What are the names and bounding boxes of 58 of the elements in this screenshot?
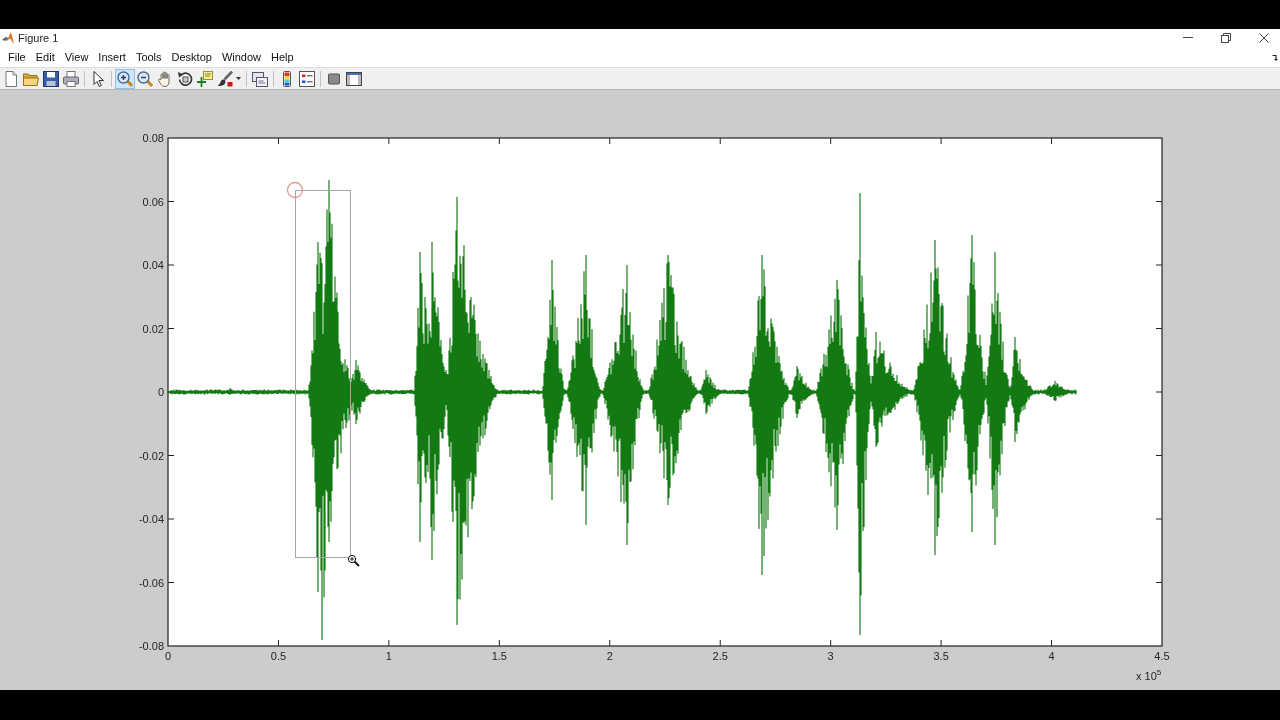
app-logo-icon: [2, 31, 14, 44]
y-tick-label: -0.04: [138, 513, 164, 525]
menu-item[interactable]: File: [3, 48, 31, 65]
y-tick-label: -0.08: [138, 640, 164, 652]
x-tick-label: 0: [164, 650, 172, 662]
pointer-arrow-icon: [90, 70, 106, 87]
dock-arrow-icon[interactable]: [1272, 54, 1278, 61]
x-tick-label: 1: [385, 650, 392, 662]
window-title: Figure 1: [18, 31, 59, 44]
minimize-icon: [1183, 37, 1193, 38]
zoom-cursor-icon: [347, 554, 360, 567]
insert-legend-button[interactable]: [297, 68, 317, 89]
data-cursor-button[interactable]: [195, 68, 215, 89]
x-tick-label: 4.5: [1154, 650, 1170, 662]
y-tick-label: 0.04: [142, 259, 164, 271]
folder-icon: [23, 70, 39, 87]
y-tick-label: 0.06: [142, 195, 164, 208]
save-button[interactable]: [41, 68, 61, 89]
x-tick-label: 2: [606, 650, 613, 662]
x-tick-label: 0.5: [270, 650, 287, 662]
rotate-icon: [177, 70, 193, 87]
zoom-out-button[interactable]: [135, 68, 155, 89]
y-tick-label: 0.02: [142, 322, 164, 335]
menu-item[interactable]: Desktop: [166, 48, 217, 65]
caret-icon: [236, 77, 241, 80]
menu-item[interactable]: View: [59, 48, 94, 65]
zoom-in-button[interactable]: [115, 68, 135, 89]
brush-icon: [217, 70, 233, 87]
blank-page-icon: [3, 70, 19, 87]
zoom-in-icon: [117, 70, 133, 87]
linked-windows-icon: [252, 70, 268, 87]
x-tick-label: 3.5: [933, 650, 949, 662]
menu-item[interactable]: Window: [216, 48, 267, 65]
legend-icon: [299, 70, 315, 87]
menu-item[interactable]: Edit: [30, 48, 60, 65]
crosshair-note-icon: [197, 70, 213, 87]
menu-item[interactable]: Tools: [130, 48, 167, 65]
y-tick-label: 0.08: [142, 132, 164, 144]
x-tick-label: 3: [827, 650, 834, 662]
square-icon: [326, 70, 342, 87]
brush-button[interactable]: [215, 68, 243, 89]
menu-item[interactable]: Help: [266, 48, 299, 65]
y-tick-label: -0.02: [138, 449, 164, 462]
zoom-out-icon: [137, 70, 153, 87]
y-tick-label: -0.06: [138, 576, 164, 589]
hand-icon: [157, 70, 173, 87]
window-frame-icon: [346, 70, 362, 87]
menu-item[interactable]: Insert: [93, 48, 131, 65]
axis-exponent-label: x 10$^{5}$: [1136, 670, 1162, 682]
close-icon: [1259, 32, 1269, 43]
click-ring-icon: [286, 181, 304, 199]
y-tick-label: 0: [157, 386, 164, 398]
printer-icon: [63, 70, 79, 87]
x-tick-label: 4: [1048, 650, 1055, 662]
print-button[interactable]: [61, 68, 81, 89]
x-tick-label: 2.5: [712, 650, 728, 662]
restore-icon: [1221, 32, 1231, 43]
x-tick-label: 1.5: [491, 650, 507, 662]
